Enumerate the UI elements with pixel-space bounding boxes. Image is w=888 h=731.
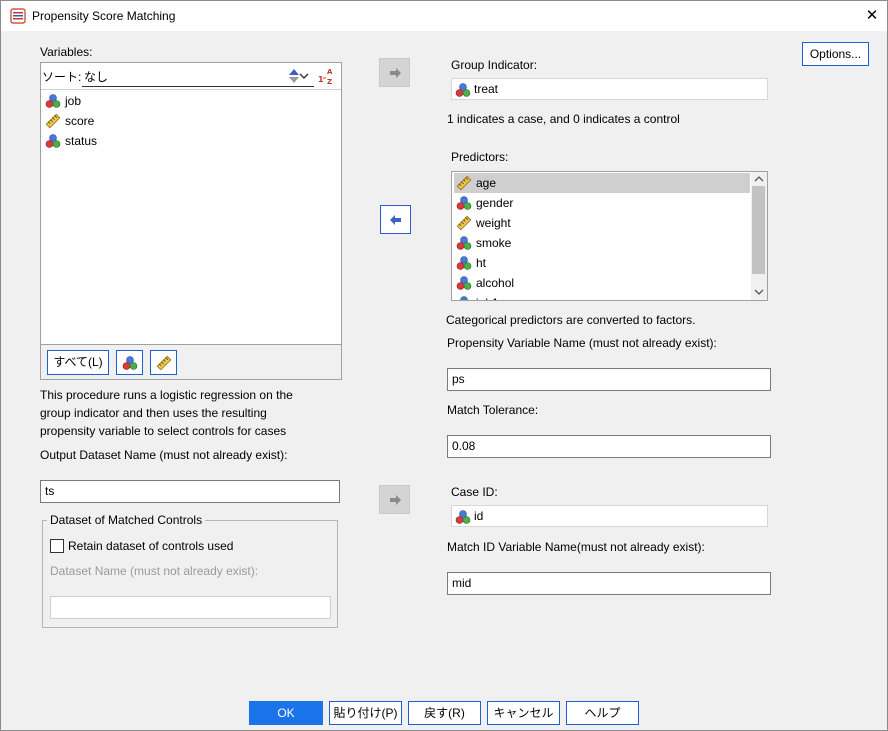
match-id-input[interactable]: mid bbox=[447, 572, 771, 595]
app-icon bbox=[10, 8, 26, 24]
list-item[interactable]: ht bbox=[454, 253, 486, 273]
filter-toolbar: すべて(L) bbox=[41, 344, 341, 379]
matched-controls-title: Dataset of Matched Controls bbox=[47, 513, 206, 527]
predictors-scrollbar[interactable] bbox=[751, 172, 767, 300]
svg-text:A: A bbox=[327, 68, 333, 76]
case-id-field[interactable]: id bbox=[451, 505, 768, 527]
close-icon[interactable]: ✕ bbox=[859, 4, 885, 28]
nominal-icon bbox=[122, 355, 138, 371]
window-title: Propensity Score Matching bbox=[32, 9, 176, 23]
list-item[interactable]: score bbox=[43, 111, 94, 131]
variables-label: Variables: bbox=[40, 45, 93, 59]
arrow-right-icon bbox=[387, 65, 403, 81]
remove-predictor-button[interactable] bbox=[380, 205, 411, 234]
propensity-var-label: Propensity Variable Name (must not alrea… bbox=[447, 336, 717, 350]
nominal-icon bbox=[456, 235, 472, 251]
scale-icon bbox=[456, 215, 472, 231]
match-id-label: Match ID Variable Name(must not already … bbox=[447, 540, 705, 554]
scroll-thumb[interactable] bbox=[752, 186, 765, 274]
list-item[interactable]: gender bbox=[454, 193, 513, 213]
scale-icon bbox=[456, 175, 472, 191]
ok-button[interactable]: OK bbox=[249, 701, 323, 725]
match-tolerance-input[interactable]: 0.08 bbox=[447, 435, 771, 458]
move-to-case-id-button[interactable] bbox=[379, 485, 410, 514]
retain-dataset-label: Retain dataset of controls used bbox=[68, 539, 234, 553]
match-tolerance-label: Match Tolerance: bbox=[447, 403, 539, 417]
cancel-button[interactable]: キャンセル bbox=[487, 701, 560, 725]
dataset-name-input[interactable] bbox=[50, 596, 331, 619]
svg-text:Z: Z bbox=[327, 78, 332, 86]
scroll-up-icon[interactable] bbox=[754, 175, 764, 183]
nominal-icon bbox=[456, 275, 472, 291]
retain-dataset-checkbox[interactable] bbox=[50, 539, 64, 553]
all-variables-button[interactable]: すべて(L) bbox=[47, 350, 109, 375]
group-indicator-note: 1 indicates a case, and 0 indicates a co… bbox=[447, 112, 680, 126]
options-button[interactable]: Options... bbox=[802, 42, 869, 66]
nominal-icon bbox=[456, 255, 472, 271]
svg-text:1: 1 bbox=[318, 75, 324, 84]
predictors-note: Categorical predictors are converted to … bbox=[446, 313, 696, 327]
scroll-down-icon[interactable] bbox=[754, 288, 764, 296]
list-item[interactable]: status bbox=[43, 131, 97, 151]
scale-icon bbox=[156, 355, 172, 371]
list-item[interactable]: weight bbox=[454, 213, 511, 233]
description-line-2: group indicator and then uses the result… bbox=[40, 406, 267, 420]
variables-panel: ソート: なし A Z 1 job score status すべて(L) bbox=[40, 62, 342, 380]
case-id-label: Case ID: bbox=[451, 485, 498, 499]
description-line-3: propensity variable to select controls f… bbox=[40, 424, 287, 438]
list-item[interactable]: alcohol bbox=[454, 273, 514, 293]
dialog-window: Propensity Score Matching ✕ Variables: ソ… bbox=[0, 0, 888, 731]
scale-icon bbox=[45, 113, 61, 129]
sort-order-icon[interactable] bbox=[287, 67, 301, 85]
predictors-list[interactable]: age gender weight smoke ht alcohol job1 bbox=[451, 171, 768, 301]
output-dataset-input[interactable]: ts bbox=[40, 480, 340, 503]
nominal-icon bbox=[45, 93, 61, 109]
predictors-label: Predictors: bbox=[451, 150, 509, 164]
propensity-var-input[interactable]: ps bbox=[447, 368, 771, 391]
title-bar: Propensity Score Matching ✕ bbox=[1, 1, 887, 31]
nominal-filter-button[interactable] bbox=[116, 350, 143, 375]
dataset-name-label: Dataset Name (must not already exist): bbox=[50, 564, 259, 578]
output-dataset-label: Output Dataset Name (must not already ex… bbox=[40, 448, 288, 462]
reset-button[interactable]: 戻す(R) bbox=[408, 701, 481, 725]
arrow-right-icon bbox=[387, 492, 403, 508]
help-button[interactable]: ヘルプ bbox=[566, 701, 639, 725]
description-line-1: This procedure runs a logistic regressio… bbox=[40, 388, 293, 402]
sort-value: なし bbox=[84, 70, 109, 84]
nominal-icon bbox=[456, 295, 472, 301]
sort-dropdown[interactable]: なし bbox=[82, 65, 314, 87]
move-to-group-indicator-button[interactable] bbox=[379, 58, 410, 87]
nominal-icon bbox=[455, 82, 471, 98]
sort-alpha-icon[interactable]: A Z 1 bbox=[317, 66, 337, 86]
list-item[interactable]: job1 bbox=[454, 293, 499, 301]
scale-filter-button[interactable] bbox=[150, 350, 177, 375]
list-item[interactable]: job bbox=[43, 91, 81, 111]
list-item[interactable]: smoke bbox=[454, 233, 511, 253]
nominal-icon bbox=[45, 133, 61, 149]
sort-row: ソート: なし A Z 1 bbox=[41, 63, 341, 89]
list-item[interactable]: age bbox=[454, 173, 750, 193]
group-indicator-field[interactable]: treat bbox=[451, 78, 768, 100]
nominal-icon bbox=[455, 509, 471, 525]
nominal-icon bbox=[456, 195, 472, 211]
variables-list[interactable]: job score status bbox=[41, 89, 341, 344]
sort-label: ソート: bbox=[42, 70, 82, 84]
arrow-left-icon bbox=[388, 212, 404, 228]
group-indicator-label: Group Indicator: bbox=[451, 58, 538, 72]
paste-button[interactable]: 貼り付け(P) bbox=[329, 701, 402, 725]
